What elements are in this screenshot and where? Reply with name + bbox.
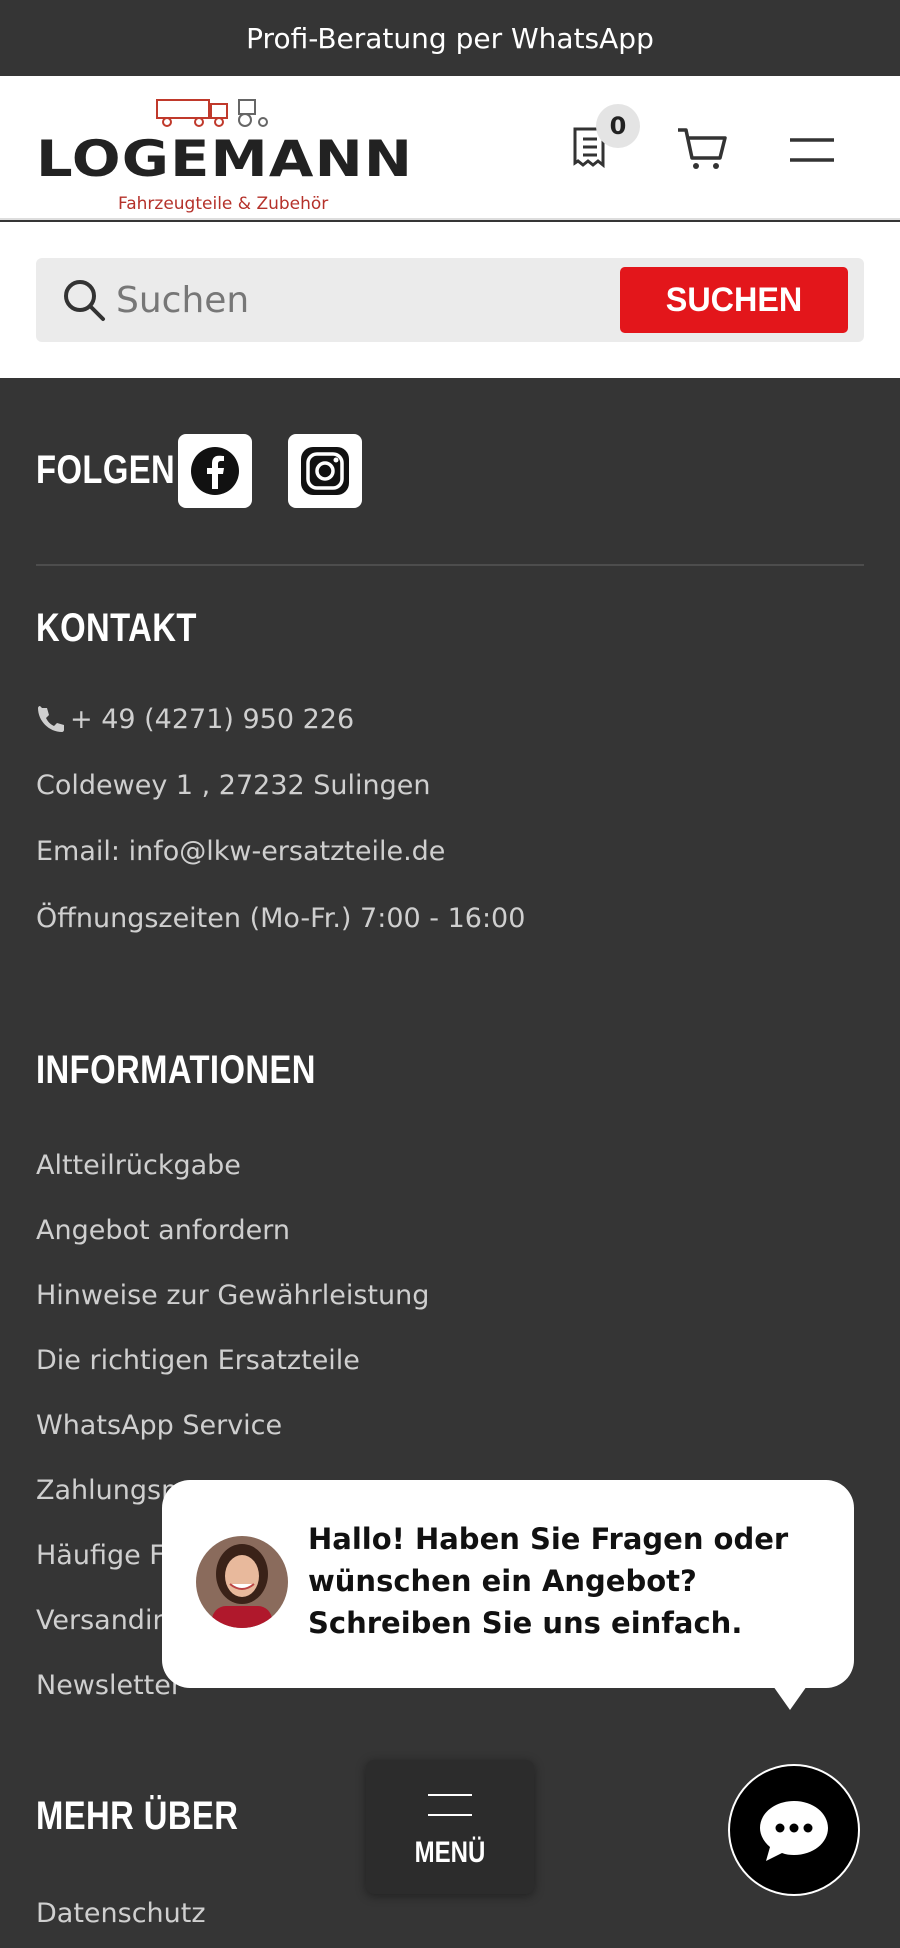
facebook-link[interactable] [178, 434, 252, 508]
avatar [196, 1536, 288, 1628]
cart-button[interactable] [674, 124, 730, 174]
whatsapp-promo-bar[interactable]: Profi-Beratung per WhatsApp [0, 0, 900, 76]
chat-message: Hallo! Haben Sie Fragen oder wünschen ei… [308, 1522, 789, 1640]
info-link-newsletter[interactable]: Newsletter [36, 1670, 182, 1701]
menu-label: MENÜ [414, 1836, 486, 1869]
search-input[interactable] [116, 270, 616, 330]
contact-address: Coldewey 1 , 27232 Sulingen [36, 770, 431, 801]
more-about-heading: MEHR ÜBER [36, 1794, 239, 1838]
site-header: LOGEMANN Fahrzeugteile & Zubehör 0 [0, 76, 900, 220]
follow-heading: FOLGEN [36, 448, 176, 492]
logo-tagline: Fahrzeugteile & Zubehör [118, 194, 329, 214]
logo-wordmark: LOGEMANN [36, 130, 414, 188]
info-link-altteilrueckgabe[interactable]: Altteilrückgabe [36, 1150, 241, 1181]
contact-email[interactable]: Email: info@lkw-ersatzteile.de [36, 836, 445, 867]
info-link-versand[interactable]: Versandin [36, 1605, 170, 1636]
search-bar: SUCHEN [36, 258, 864, 342]
hamburger-icon [790, 138, 834, 162]
chat-open-button[interactable] [728, 1764, 860, 1896]
wishlist-count-badge: 0 [596, 104, 640, 148]
contact-hours: Öffnungszeiten (Mo-Fr.) 7:00 - 16:00 [36, 903, 526, 934]
chat-popup[interactable]: Hallo! Haben Sie Fragen oder wünschen ei… [162, 1480, 854, 1688]
truck-tractor-logo-icon [156, 99, 268, 127]
floating-menu-button[interactable]: MENÜ [366, 1760, 534, 1894]
cart-icon [678, 128, 727, 169]
promo-text[interactable]: Profi-Beratung per WhatsApp [246, 22, 654, 55]
chat-icon [760, 1801, 828, 1861]
info-link-gewaehrleistung[interactable]: Hinweise zur Gewährleistung [36, 1280, 429, 1311]
menu-lines-icon [428, 1794, 472, 1834]
more-link-datenschutz[interactable]: Datenschutz [36, 1898, 206, 1929]
instagram-link[interactable] [288, 434, 362, 508]
info-link-whatsapp[interactable]: WhatsApp Service [36, 1410, 282, 1441]
logo[interactable]: LOGEMANN Fahrzeugteile & Zubehör [36, 94, 412, 214]
phone-number[interactable]: + 49 (4271) 950 226 [70, 704, 354, 735]
chat-bubble-tail [766, 1676, 814, 1710]
search-section: SUCHEN [0, 222, 900, 378]
facebook-icon [191, 447, 239, 495]
info-link-faq[interactable]: Häufige Fr [36, 1540, 174, 1571]
info-link-ersatzteile[interactable]: Die richtigen Ersatzteile [36, 1345, 360, 1376]
section-divider [36, 564, 864, 566]
hamburger-menu-button[interactable] [786, 130, 838, 170]
instagram-icon [301, 447, 349, 495]
search-button[interactable]: SUCHEN [620, 267, 848, 333]
info-link-angebot[interactable]: Angebot anfordern [36, 1215, 290, 1246]
phone-icon [38, 705, 64, 732]
contact-heading: KONTAKT [36, 606, 197, 650]
search-icon [64, 280, 105, 321]
information-heading: INFORMATIONEN [36, 1048, 316, 1092]
contact-phone[interactable]: + 49 (4271) 950 226 [36, 704, 354, 735]
